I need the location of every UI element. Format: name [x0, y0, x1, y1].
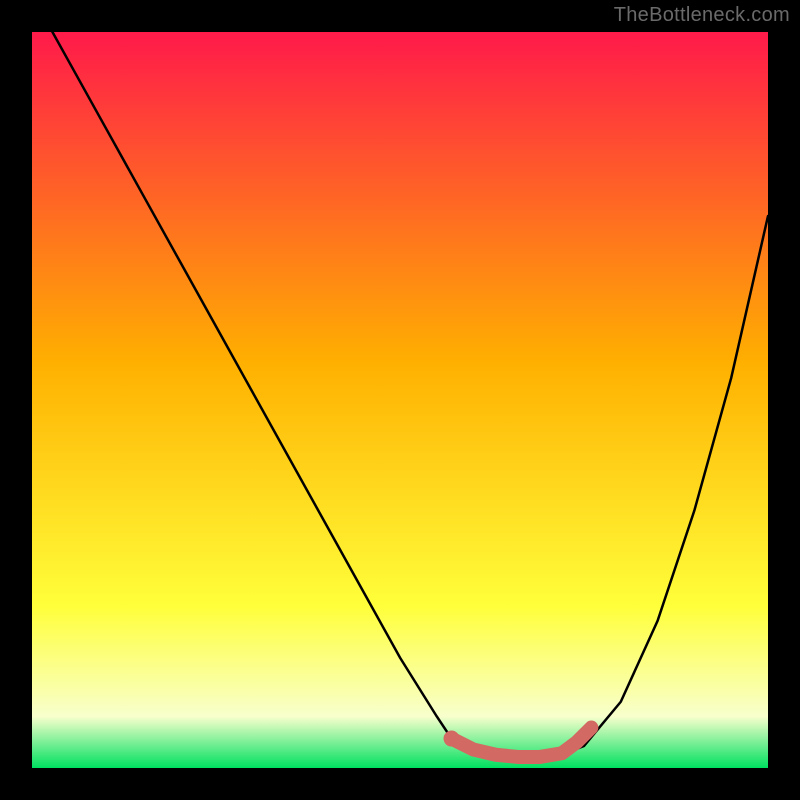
plot-svg	[32, 32, 768, 768]
watermark-text: TheBottleneck.com	[614, 4, 790, 27]
chart-frame: TheBottleneck.com	[0, 0, 800, 800]
plot-area	[32, 32, 768, 768]
optimal-point-marker	[444, 731, 460, 747]
